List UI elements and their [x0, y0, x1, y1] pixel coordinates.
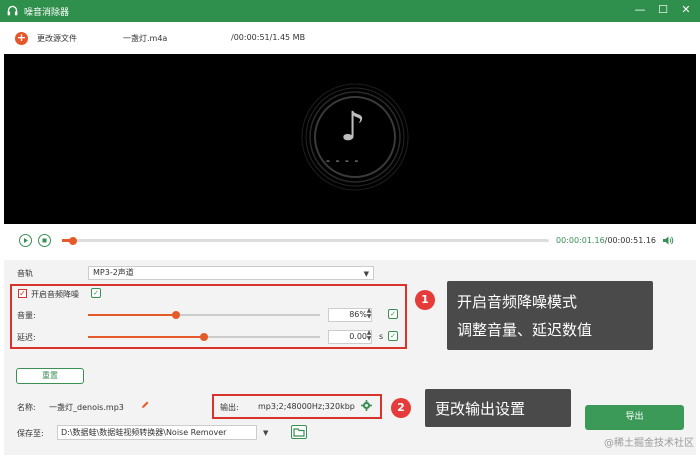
denoise-label: 开启音频降噪 [31, 290, 79, 299]
playback-slider[interactable] [62, 236, 549, 245]
delay-label: 延迟: [17, 333, 36, 342]
save-to-label: 保存至: [17, 429, 44, 438]
current-time: 00:00:01.16 [556, 236, 605, 245]
time-readout: 00:00:01.16/00:00:51.16 [556, 236, 656, 245]
audio-track-select[interactable]: MP3-2声道 ▼ [88, 266, 374, 280]
callout-1-line-1: 开启音频降噪模式 [457, 293, 578, 311]
file-info: /00:00:51/1.45 MB [231, 33, 306, 42]
volume-icon[interactable] [662, 235, 674, 246]
close-button[interactable]: ✕ [679, 3, 693, 17]
file-name: 一盏灯.m4a [123, 34, 168, 43]
audio-track-label: 音轨 [17, 269, 33, 278]
reset-button[interactable]: 重置 [16, 368, 84, 384]
stop-button[interactable] [38, 234, 51, 247]
play-icon [24, 238, 28, 243]
headphones-icon [7, 5, 18, 16]
delay-slider-fill [88, 336, 204, 338]
play-button[interactable] [19, 234, 32, 247]
window-title: 噪音消除器 [24, 8, 70, 18]
toolbar: + 更改源文件 一盏灯.m4a /00:00:51/1.45 MB [4, 22, 696, 54]
save-path-value: D:\数据蛙\数据蛙视频转换器\Noise Remover [61, 428, 227, 437]
denoise-checkbox[interactable]: ✓ [18, 289, 27, 298]
callout-1-line-2: 调整音量、延迟数值 [457, 321, 593, 339]
output-format: mp3;2;48000Hz;320kbp [258, 402, 355, 411]
delay-stepper[interactable]: ▲ ▼ [365, 330, 373, 342]
gear-icon[interactable] [361, 400, 372, 411]
step-badge-1: 1 [415, 290, 435, 310]
volume-slider-fill [88, 314, 176, 316]
watermark: @稀土掘金技术社区 [604, 438, 694, 449]
output-label: 输出: [220, 403, 239, 412]
delay-apply-icon[interactable]: ✓ [388, 331, 398, 341]
volume-slider-thumb[interactable] [172, 311, 180, 319]
plus-icon[interactable]: + [15, 32, 28, 45]
change-source-button[interactable]: 更改源文件 [37, 33, 77, 44]
name-label: 名称: [17, 403, 36, 412]
volume-label: 音量: [17, 311, 36, 320]
edit-icon[interactable] [140, 400, 150, 410]
volume-slider[interactable] [88, 311, 320, 319]
save-path-select[interactable]: D:\数据蛙\数据蛙视频转换器\Noise Remover [57, 425, 257, 440]
callout-2: 更改输出设置 [425, 389, 571, 427]
volume-stepper[interactable]: ▲ ▼ [365, 308, 373, 320]
volume-apply-icon[interactable]: ✓ [388, 309, 398, 319]
folder-button[interactable] [291, 425, 307, 439]
delay-unit: s [379, 332, 384, 341]
stop-icon [42, 238, 47, 243]
waveform-placeholder: - - - - [326, 154, 360, 167]
audio-preview: ♪ - - - - [4, 54, 696, 224]
step-badge-2: 2 [391, 398, 411, 418]
callout-2-line-1: 更改输出设置 [435, 400, 526, 418]
output-file-name: 一盏灯_denois.mp3 [49, 403, 124, 412]
folder-icon [293, 428, 305, 437]
total-time: /00:00:51.16 [604, 236, 657, 245]
maximize-button[interactable]: ☐ [656, 3, 670, 17]
music-note-icon: ♪ [340, 104, 366, 150]
callout-1: 开启音频降噪模式 调整音量、延迟数值 [447, 281, 653, 350]
chevron-down-icon[interactable]: ▼ [263, 429, 268, 437]
title-bar: 噪音消除器 — ☐ ✕ [0, 0, 700, 22]
delay-slider-thumb[interactable] [200, 333, 208, 341]
audio-track-value: MP3-2声道 [93, 268, 134, 277]
delay-slider[interactable] [88, 333, 320, 341]
chevron-down-icon: ▼ [363, 270, 369, 278]
playback-slider-thumb[interactable] [69, 236, 77, 245]
minimize-button[interactable]: — [633, 3, 647, 17]
export-button[interactable]: 导出 [585, 405, 684, 430]
denoise-info-icon[interactable]: ✓ [91, 288, 101, 298]
